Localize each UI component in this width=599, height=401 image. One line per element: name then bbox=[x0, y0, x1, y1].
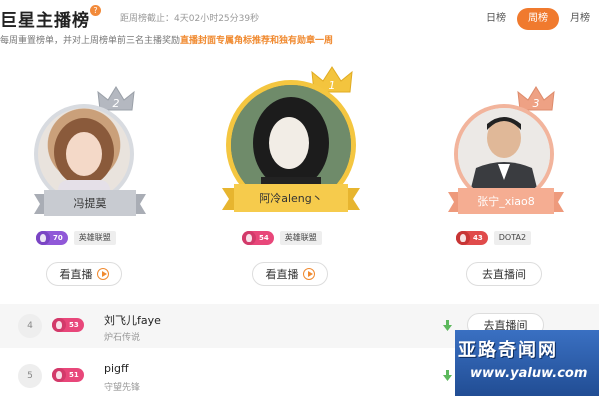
level-value: 54 bbox=[259, 234, 269, 242]
rank-circle: 5 bbox=[18, 364, 42, 388]
trend-down-icon bbox=[443, 370, 452, 381]
question-icon[interactable]: ? bbox=[90, 5, 101, 16]
streamer-name[interactable]: 阿冷aleng丶 bbox=[234, 184, 348, 212]
avatar-photo bbox=[54, 118, 114, 200]
rank-notice-text: 每周重置榜单，并对上周榜单前三名主播奖励 bbox=[0, 36, 181, 46]
game-tag[interactable]: DOTA2 bbox=[493, 231, 532, 245]
level-badge: 43 bbox=[456, 231, 488, 245]
rank-circle: 4 bbox=[18, 314, 42, 338]
rank-number: 2 bbox=[113, 97, 120, 110]
rank-notice: 每周重置榜单，并对上周榜单前三名主播奖励直播封面专属角标推荐和独有勋章一周 bbox=[0, 33, 333, 46]
game-tag[interactable]: 英雄联盟 bbox=[279, 231, 322, 245]
watch-live-button[interactable]: 看直播 bbox=[252, 262, 328, 286]
level-badge: 51 bbox=[52, 368, 84, 382]
level-badge-icon bbox=[52, 368, 66, 382]
streamer-badges: 70 英雄联盟 bbox=[36, 231, 116, 245]
page-title: 巨星主播榜 bbox=[0, 11, 90, 31]
watermark-text: 亚路奇闻网 bbox=[458, 340, 558, 361]
streamer-badges: 54 英雄联盟 bbox=[242, 231, 322, 245]
game-name: 守望先锋 bbox=[104, 383, 141, 393]
countdown: 距周榜截止：4天02小时25分39秒 bbox=[120, 11, 259, 24]
avatar[interactable] bbox=[38, 108, 130, 200]
level-badge: 53 bbox=[52, 318, 84, 332]
game-tag[interactable]: 英雄联盟 bbox=[73, 231, 116, 245]
streamer-name[interactable]: 张宁_xiao8 bbox=[458, 188, 554, 214]
streamer-name[interactable]: 冯提莫 bbox=[44, 190, 136, 216]
button-label: 看直播 bbox=[59, 268, 93, 281]
watch-live-button[interactable]: 看直播 bbox=[46, 262, 122, 286]
countdown-value: 4天02小时25分39秒 bbox=[174, 14, 260, 24]
level-value: 51 bbox=[69, 371, 79, 379]
level-badge-icon bbox=[52, 318, 66, 332]
level-value: 53 bbox=[69, 321, 79, 329]
level-badge-icon bbox=[242, 231, 256, 245]
tab-weekly[interactable]: 周榜 bbox=[517, 8, 559, 30]
rank-number: 1 bbox=[329, 79, 336, 92]
game-name: 炉石传说 bbox=[104, 333, 141, 343]
rank-number: 3 bbox=[533, 97, 540, 110]
play-icon bbox=[302, 268, 315, 280]
tab-daily[interactable]: 日榜 bbox=[478, 8, 514, 30]
go-to-room-button[interactable]: 去直播间 bbox=[466, 262, 542, 286]
watermark-url: www.yaluw.com bbox=[470, 366, 588, 381]
level-value: 70 bbox=[53, 234, 63, 242]
period-tabs: 日榜 周榜 月榜 bbox=[478, 8, 598, 30]
button-label: 看直播 bbox=[265, 268, 299, 281]
level-badge: 70 bbox=[36, 231, 68, 245]
streamer-name[interactable]: 刘飞儿faye bbox=[104, 312, 161, 328]
trend-down-icon bbox=[443, 320, 452, 331]
streamer-badges: 43 DOTA2 bbox=[456, 231, 532, 245]
tab-monthly[interactable]: 月榜 bbox=[562, 8, 598, 30]
level-badge-icon bbox=[36, 231, 50, 245]
level-badge: 54 bbox=[242, 231, 274, 245]
countdown-label: 距周榜截止： bbox=[120, 14, 175, 24]
level-badge-icon bbox=[456, 231, 470, 245]
play-icon bbox=[96, 268, 109, 280]
streamer-name[interactable]: pigff bbox=[104, 362, 129, 375]
button-label: 去直播间 bbox=[482, 268, 526, 281]
level-value: 43 bbox=[473, 234, 483, 242]
rank-notice-highlight: 直播封面专属角标推荐和独有勋章一周 bbox=[180, 36, 334, 46]
